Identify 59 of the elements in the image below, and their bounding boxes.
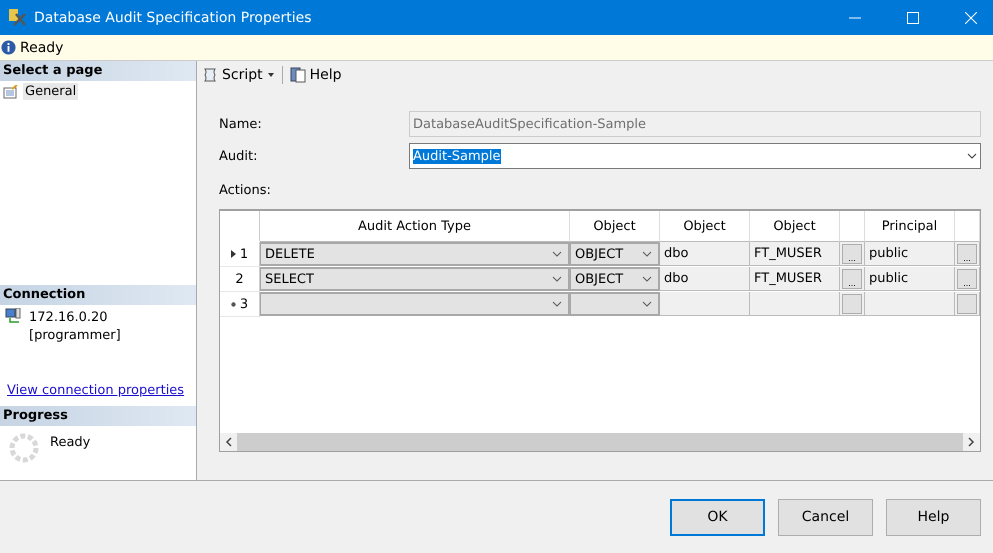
info-icon	[1, 40, 16, 55]
status-text: Ready	[20, 40, 64, 56]
table-cell: FT_MUSER	[750, 267, 840, 291]
dialog-button[interactable]: Cancel	[778, 498, 873, 536]
table-cell: dbo	[660, 267, 750, 291]
app-icon	[8, 8, 28, 28]
progress-text: Ready	[50, 434, 90, 450]
window-title: Database Audit Specification Properties	[34, 10, 312, 26]
row-number: 2	[235, 272, 244, 286]
browse-button[interactable]	[842, 294, 862, 314]
caret-icon	[266, 72, 275, 78]
field-label: Audit:	[219, 148, 258, 164]
properties-icon	[3, 84, 19, 98]
row-number: 3	[240, 296, 248, 312]
chevron-down-icon	[552, 301, 562, 307]
actions-label: Actions:	[219, 183, 272, 198]
row-number: 1	[240, 246, 248, 262]
dropdown-cell[interactable]	[570, 292, 660, 316]
browse-button[interactable]: ...	[957, 244, 977, 264]
page-item[interactable]: General	[23, 83, 78, 100]
dropdown-cell[interactable]: OBJECT	[570, 242, 660, 266]
audit-dropdown[interactable]: Audit-Sample	[409, 143, 981, 169]
help-button[interactable]: Help	[286, 65, 345, 85]
scroll-right-icon[interactable]	[967, 437, 975, 447]
dropdown-cell[interactable]	[260, 292, 570, 316]
server-icon	[5, 308, 21, 324]
scroll-icon	[202, 67, 218, 83]
chevron-down-icon	[642, 276, 652, 282]
section-heading: Progress	[0, 406, 196, 426]
table-cell: dbo	[660, 242, 750, 266]
table-cell: public	[865, 267, 955, 291]
chevron-down-icon	[552, 276, 562, 282]
help-book-icon	[290, 67, 306, 83]
script-button[interactable]: Script	[199, 65, 278, 85]
chevron-down-icon	[552, 251, 562, 257]
dropdown-cell[interactable]: SELECT	[260, 267, 570, 291]
connection-properties-link[interactable]: View connection properties	[0, 383, 196, 406]
scroll-left-icon[interactable]	[225, 437, 233, 447]
close-icon[interactable]	[965, 12, 977, 24]
browse-button[interactable]: ...	[842, 244, 862, 264]
chevron-down-icon	[642, 301, 652, 307]
dialog-button[interactable]: Help	[886, 498, 981, 536]
chevron-down-icon	[642, 251, 652, 257]
table-cell: public	[865, 242, 955, 266]
dialog-button[interactable]: OK	[670, 498, 765, 536]
chevron-down-icon	[967, 153, 977, 159]
progress-spinner-icon	[8, 432, 40, 464]
table-cell: FT_MUSER	[750, 242, 840, 266]
browse-button[interactable]	[957, 294, 977, 314]
browse-button[interactable]: ...	[842, 268, 862, 288]
user-name: [programmer]	[29, 328, 121, 343]
section-heading: Select a page	[0, 61, 196, 81]
server-name: 172.16.0.20	[29, 310, 109, 325]
dropdown-cell[interactable]: DELETE	[260, 242, 570, 266]
section-heading: Connection	[0, 285, 196, 305]
browse-button[interactable]: ...	[957, 268, 977, 288]
field-label: Name:	[219, 116, 263, 132]
dropdown-cell[interactable]: OBJECT	[570, 267, 660, 291]
maximize-icon[interactable]	[907, 12, 919, 24]
